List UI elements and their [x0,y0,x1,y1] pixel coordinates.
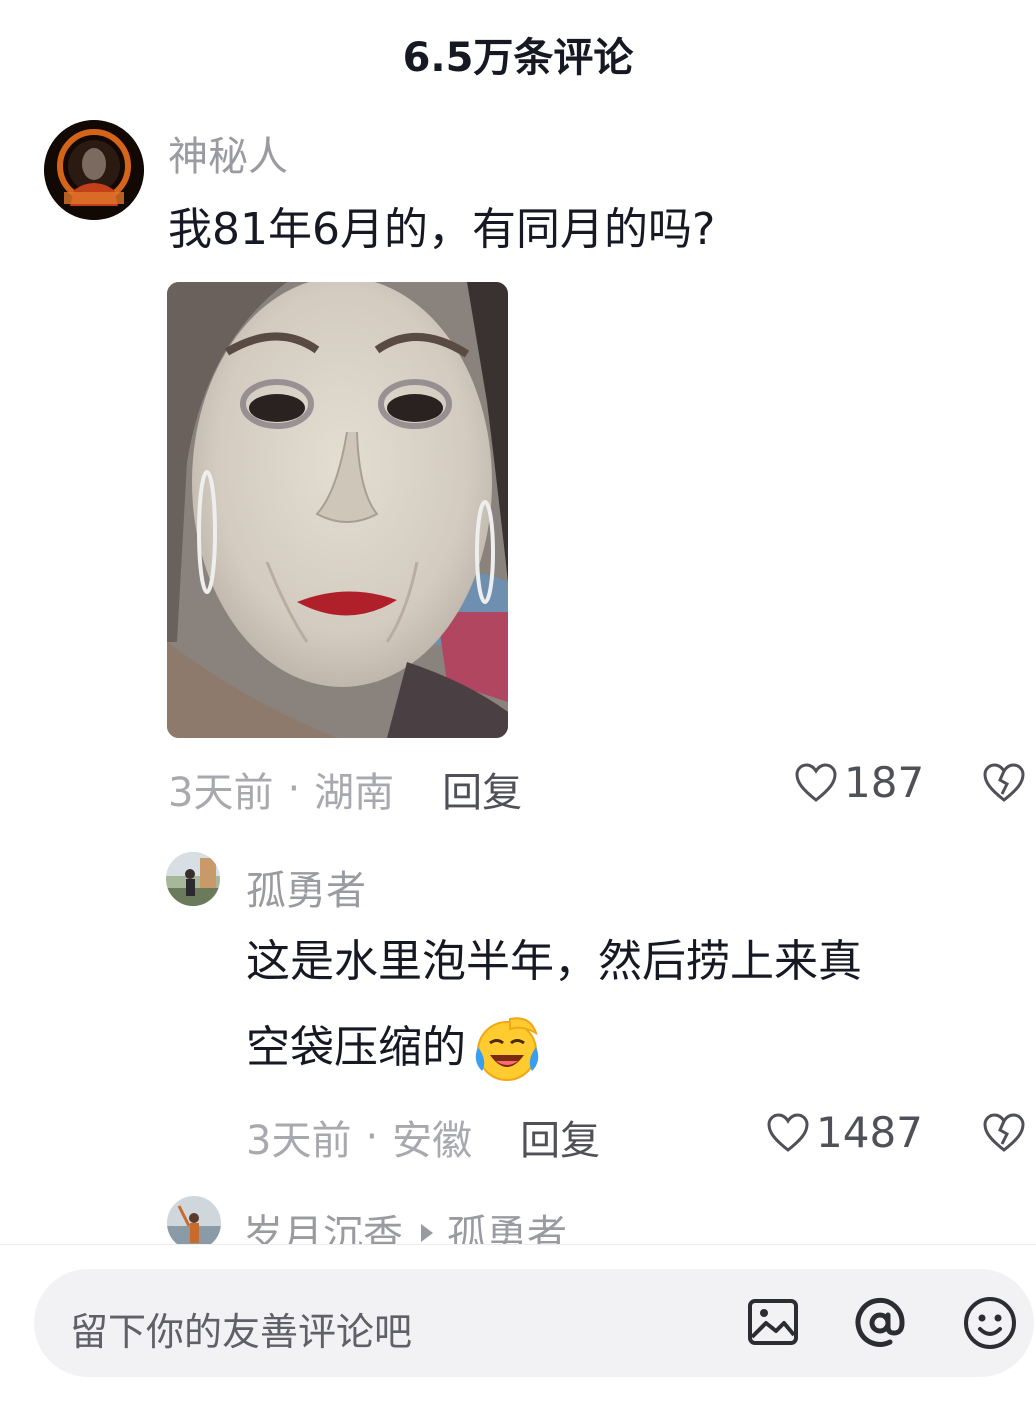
avatar[interactable] [167,1196,221,1244]
reply-button[interactable]: 回复 [520,1108,600,1166]
comment-meta: 3天前 · 湖南 回复 [168,760,522,818]
emoji-button[interactable] [962,1295,1018,1355]
comment-input-placeholder: 留下你的友善评论吧 [70,1310,413,1354]
avatar[interactable] [44,120,144,220]
meta-separator: · [287,766,301,812]
comment-text: 我81年6月的，有同月的吗? [168,204,716,255]
next-reply-preview[interactable]: 岁月沉香 孤勇者 [167,1196,1027,1244]
comments-header: 6.5万条评论 [0,0,1036,110]
comment-count-title: 6.5万条评论 [402,35,634,81]
heart-icon [795,762,837,802]
comment-username[interactable]: 孤勇者 [246,858,366,916]
face-photo [167,282,508,738]
comment-username[interactable]: 神秘人 [168,124,288,182]
comment-location: 湖南 [314,770,395,816]
comment-location: 安徽 [392,1118,473,1164]
avatar[interactable] [166,852,220,906]
like-count: 1487 [816,1108,923,1157]
broken-heart-icon [983,1113,1025,1152]
comment-time: 3天前 [246,1118,352,1164]
person-outdoor-avatar-icon [166,852,220,906]
emoji-icon [964,1297,1016,1349]
reply-arrow-icon [421,1224,433,1242]
dark-portrait-avatar-icon [44,120,144,220]
comment-text-line1: 这是水里泡半年，然后捞上来真 [246,936,862,987]
meta-separator: · [365,1114,379,1160]
heart-icon [767,1112,809,1152]
dislike-button[interactable] [982,1112,1026,1158]
comment-input[interactable]: 留下你的友善评论吧 [34,1269,1034,1377]
reply-username[interactable]: 岁月沉香 [243,1202,403,1244]
image-button[interactable] [746,1295,800,1353]
reply-button[interactable]: 回复 [442,760,522,818]
comment-text-line2: 空袋压缩的 [246,1006,544,1090]
broken-heart-icon [983,763,1025,802]
comment-composer-bar: 留下你的友善评论吧 [0,1244,1036,1425]
at-icon [855,1297,905,1347]
person-sky-avatar-icon [167,1196,221,1244]
laughing-crying-emoji-icon [475,1017,539,1081]
image-icon [748,1299,798,1345]
reply-to-username[interactable]: 孤勇者 [447,1202,567,1244]
comment-time: 3天前 [168,770,274,816]
comment-text-line2-text: 空袋压缩的 [246,1022,466,1073]
like-button[interactable]: 187 [794,758,924,807]
comment-image[interactable] [167,282,508,738]
dislike-button[interactable] [982,762,1026,808]
mention-button[interactable] [852,1295,908,1355]
like-button[interactable]: 1487 [766,1108,923,1157]
like-count: 187 [844,758,925,807]
comment-meta: 3天前 · 安徽 回复 [246,1108,600,1166]
